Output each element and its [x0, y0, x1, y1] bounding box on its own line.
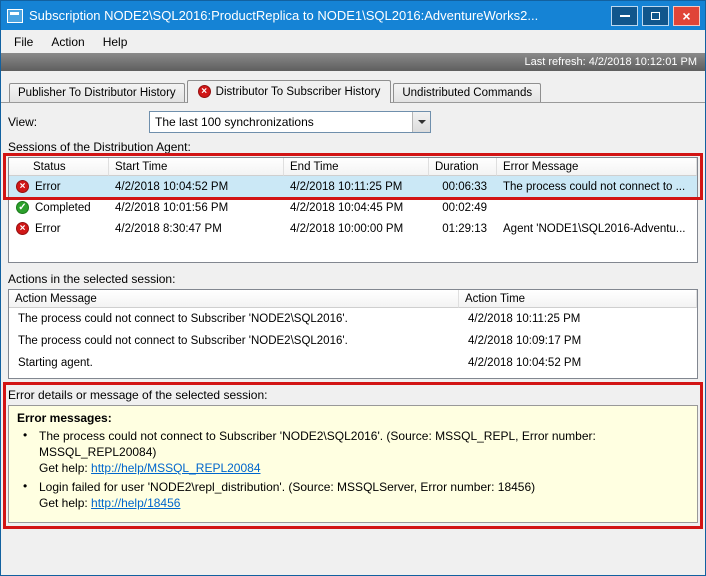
session-duration: 00:06:33: [429, 181, 497, 193]
error-message-text: The process could not connect to Subscri…: [39, 428, 689, 460]
error-message-item: • The process could not connect to Subsc…: [17, 428, 689, 476]
session-row-selected[interactable]: × Error 4/2/2018 10:04:52 PM 4/2/2018 10…: [9, 176, 697, 197]
help-link[interactable]: http://help/18456: [91, 496, 180, 510]
title-bar: Subscription NODE2\SQL2016:ProductReplic…: [1, 1, 705, 30]
app-icon[interactable]: [7, 9, 23, 23]
menu-bar: File Action Help: [1, 30, 705, 53]
menu-action[interactable]: Action: [42, 32, 93, 52]
session-status: Error: [35, 223, 61, 235]
bullet-icon: •: [23, 479, 39, 511]
column-header-start-time[interactable]: Start Time: [109, 158, 284, 176]
actions-section-label: Actions in the selected session:: [8, 272, 698, 286]
sessions-table-header: Status Start Time End Time Duration Erro…: [9, 158, 697, 176]
error-icon: ×: [16, 222, 29, 235]
session-error-message: The process could not connect to ...: [497, 181, 697, 193]
session-row[interactable]: × Error 4/2/2018 8:30:47 PM 4/2/2018 10:…: [9, 218, 697, 239]
session-end-time: 4/2/2018 10:04:45 PM: [284, 202, 429, 214]
maximize-icon: [651, 12, 660, 20]
column-header-action-message[interactable]: Action Message: [9, 290, 459, 308]
tab-page-content: View: The last 100 synchronizations Sess…: [1, 102, 705, 575]
column-header-duration[interactable]: Duration: [429, 158, 497, 176]
minimize-button[interactable]: [611, 6, 638, 26]
column-header-end-time[interactable]: End Time: [284, 158, 429, 176]
error-icon: ×: [198, 85, 211, 98]
menu-file[interactable]: File: [5, 32, 42, 52]
last-refresh-bar: Last refresh: 4/2/2018 10:12:01 PM: [1, 53, 705, 71]
dropdown-arrow-button[interactable]: [412, 112, 430, 132]
chevron-down-icon: [418, 120, 426, 124]
view-dropdown[interactable]: The last 100 synchronizations: [149, 111, 431, 133]
error-messages-heading: Error messages:: [17, 411, 689, 425]
sessions-section-label: Sessions of the Distribution Agent:: [8, 140, 698, 154]
menu-help[interactable]: Help: [94, 32, 137, 52]
help-link[interactable]: http://help/MSSQL_REPL20084: [91, 461, 260, 475]
session-duration: 01:29:13: [429, 223, 497, 235]
action-row[interactable]: The process could not connect to Subscri…: [9, 308, 697, 330]
session-row[interactable]: ✓ Completed 4/2/2018 10:01:56 PM 4/2/201…: [9, 197, 697, 218]
window-title: Subscription NODE2\SQL2016:ProductReplic…: [29, 8, 607, 23]
column-header-action-time[interactable]: Action Time: [459, 290, 697, 308]
session-start-time: 4/2/2018 10:04:52 PM: [109, 181, 284, 193]
tab-strip: Publisher To Distributor History × Distr…: [1, 79, 705, 102]
error-message-list: • The process could not connect to Subsc…: [17, 428, 689, 511]
action-time: 4/2/2018 10:11:25 PM: [459, 313, 697, 325]
actions-table-header: Action Message Action Time: [9, 290, 697, 308]
actions-table: Action Message Action Time The process c…: [8, 289, 698, 379]
tab-label: Distributor To Subscriber History: [216, 86, 381, 98]
view-label: View:: [8, 115, 149, 129]
sessions-table: Status Start Time End Time Duration Erro…: [8, 157, 698, 263]
session-error-message: Agent 'NODE1\SQL2016-Adventu...: [497, 223, 697, 235]
bullet-icon: •: [23, 428, 39, 476]
tab-label: Undistributed Commands: [402, 87, 532, 99]
error-message-text: Login failed for user 'NODE2\repl_distri…: [39, 479, 689, 495]
minimize-icon: [620, 15, 630, 17]
session-end-time: 4/2/2018 10:00:00 PM: [284, 223, 429, 235]
tab-publisher-to-distributor[interactable]: Publisher To Distributor History: [9, 83, 185, 102]
session-start-time: 4/2/2018 8:30:47 PM: [109, 223, 284, 235]
action-message: The process could not connect to Subscri…: [9, 313, 459, 325]
column-header-error-message[interactable]: Error Message: [497, 158, 697, 176]
session-end-time: 4/2/2018 10:11:25 PM: [284, 181, 429, 193]
session-duration: 00:02:49: [429, 202, 497, 214]
session-status: Completed: [35, 202, 91, 214]
session-start-time: 4/2/2018 10:01:56 PM: [109, 202, 284, 214]
tab-distributor-to-subscriber[interactable]: × Distributor To Subscriber History: [187, 80, 392, 103]
action-time: 4/2/2018 10:09:17 PM: [459, 335, 697, 347]
action-row[interactable]: The process could not connect to Subscri…: [9, 330, 697, 352]
close-button[interactable]: ×: [673, 6, 700, 26]
view-row: View: The last 100 synchronizations: [8, 111, 698, 133]
error-message-item: • Login failed for user 'NODE2\repl_dist…: [17, 479, 689, 511]
maximize-button[interactable]: [642, 6, 669, 26]
tab-label: Publisher To Distributor History: [18, 87, 176, 99]
error-details-box: Error messages: • The process could not …: [8, 405, 698, 523]
tab-undistributed-commands[interactable]: Undistributed Commands: [393, 83, 541, 102]
action-time: 4/2/2018 10:04:52 PM: [459, 357, 697, 369]
error-icon: ×: [16, 180, 29, 193]
subscription-window: Subscription NODE2\SQL2016:ProductReplic…: [0, 0, 706, 576]
view-dropdown-value: The last 100 synchronizations: [150, 115, 412, 129]
success-icon: ✓: [16, 201, 29, 214]
error-details-section-label: Error details or message of the selected…: [8, 388, 698, 402]
action-message: Starting agent.: [9, 357, 459, 369]
action-message: The process could not connect to Subscri…: [9, 335, 459, 347]
session-status: Error: [35, 181, 61, 193]
action-row[interactable]: Starting agent. 4/2/2018 10:04:52 PM: [9, 352, 697, 374]
get-help-label: Get help:: [39, 461, 88, 475]
last-refresh-text: Last refresh: 4/2/2018 10:12:01 PM: [525, 56, 697, 68]
column-header-status[interactable]: Status: [9, 158, 109, 176]
get-help-label: Get help:: [39, 496, 88, 510]
